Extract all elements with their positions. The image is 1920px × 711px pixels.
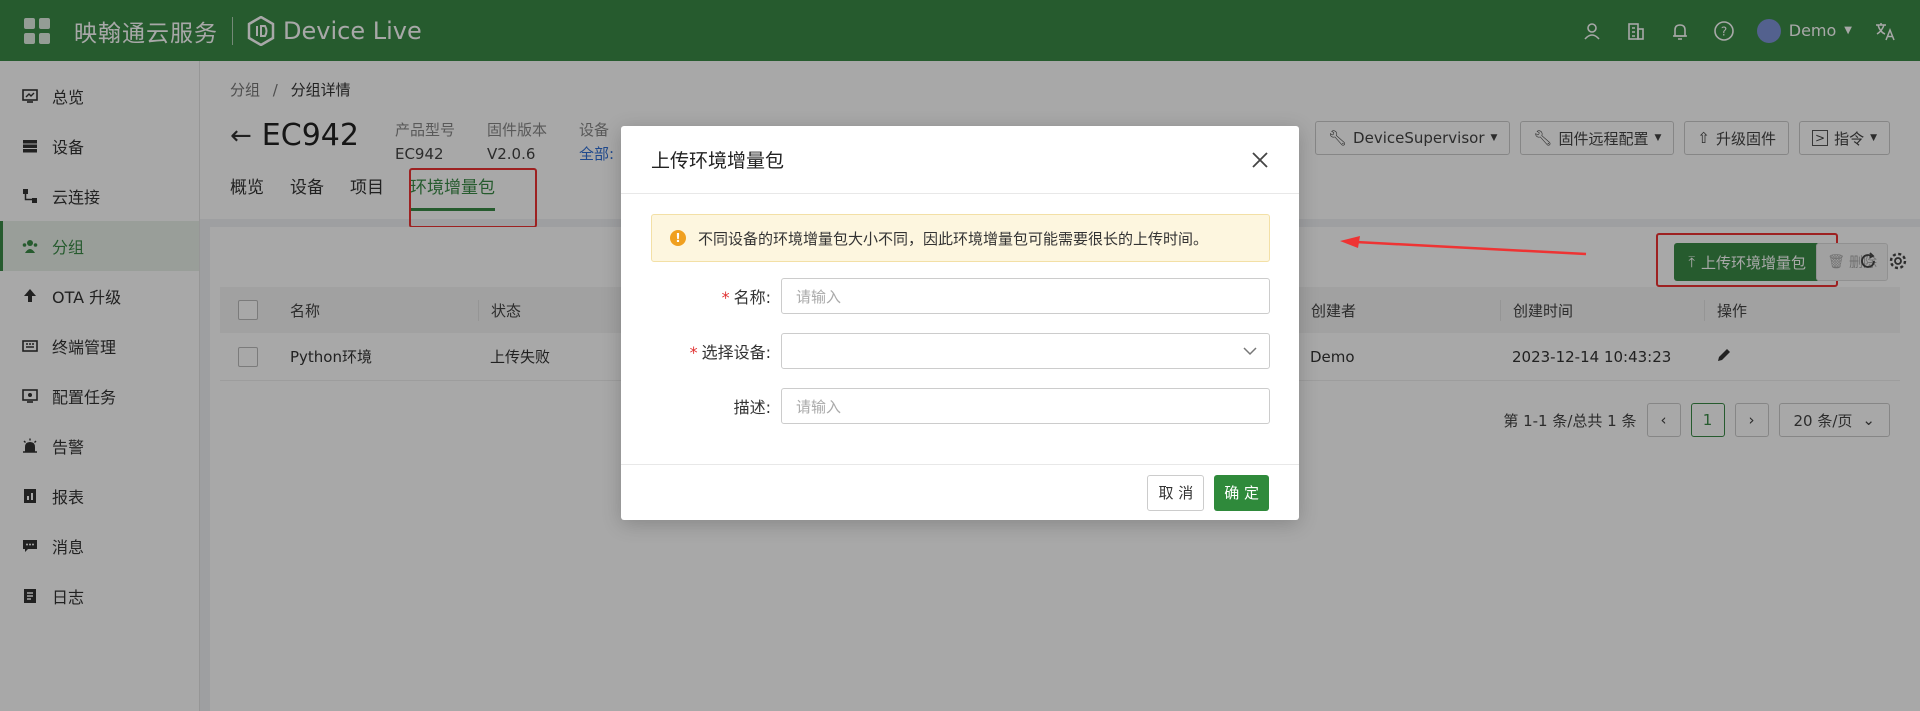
device-select[interactable] — [781, 333, 1270, 369]
warning-alert: ! 不同设备的环境增量包大小不同，因此环境增量包可能需要很长的上传时间。 — [651, 214, 1270, 262]
description-input[interactable]: 请输入 — [781, 388, 1270, 424]
device-label-text: 选择设备: — [701, 343, 771, 362]
dialog-footer: 取 消 确 定 — [621, 464, 1299, 520]
form-row-description: 描述: 请输入 — [651, 388, 1270, 424]
name-input[interactable]: 请输入 — [781, 278, 1270, 314]
name-label-text: 名称: — [733, 288, 771, 307]
name-label: * 名称: — [721, 288, 771, 307]
cancel-button[interactable]: 取 消 — [1147, 474, 1205, 511]
upload-env-package-dialog: 上传环境增量包 ! 不同设备的环境增量包大小不同，因此环境增量包可能需要很长的上… — [621, 126, 1299, 520]
dialog-header: 上传环境增量包 — [621, 126, 1299, 194]
close-icon[interactable] — [1251, 151, 1269, 169]
alert-text: 不同设备的环境增量包大小不同，因此环境增量包可能需要很长的上传时间。 — [698, 229, 1209, 248]
chevron-down-icon — [1243, 347, 1257, 356]
form-row-name: * 名称: 请输入 — [651, 278, 1270, 314]
dialog-title: 上传环境增量包 — [651, 150, 785, 172]
device-label: * 选择设备: — [689, 343, 771, 362]
description-label: 描述: — [733, 398, 771, 417]
annotation-arrow-icon — [1340, 236, 1587, 256]
warning-icon: ! — [670, 230, 686, 246]
form-row-device: * 选择设备: — [651, 333, 1270, 369]
confirm-button[interactable]: 确 定 — [1214, 474, 1269, 511]
